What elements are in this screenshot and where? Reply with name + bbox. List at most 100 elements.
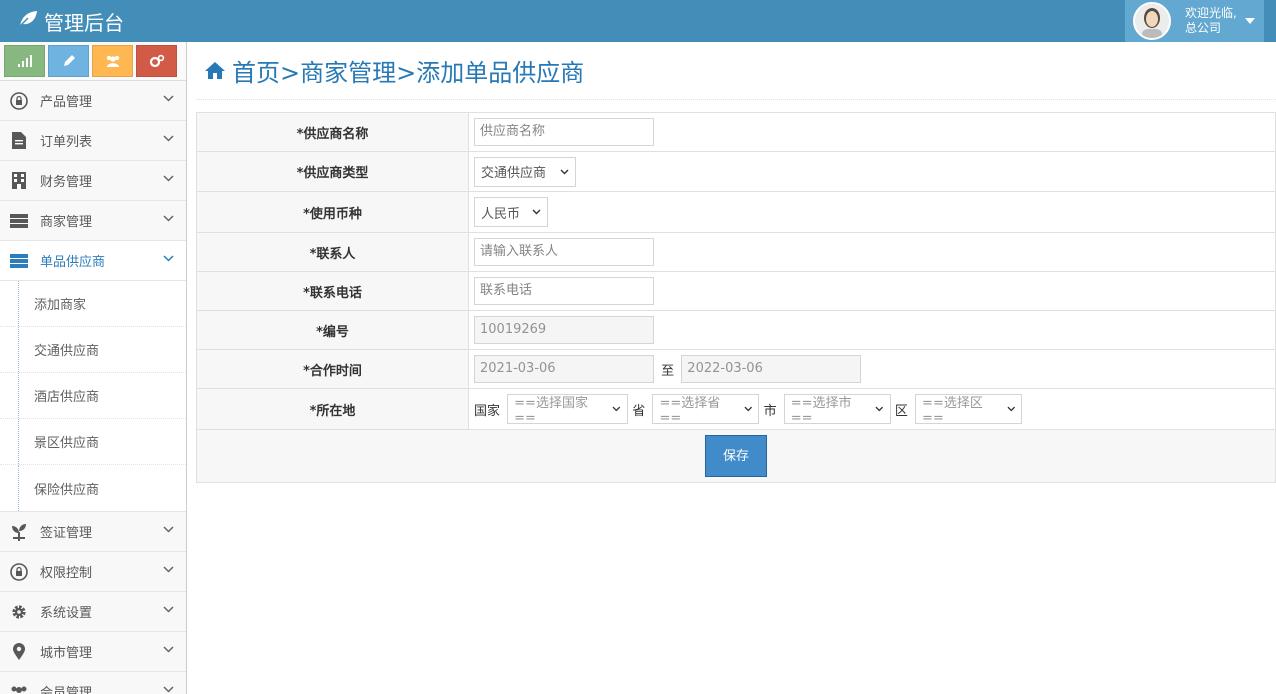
submenu-item-label: 保险供应商 — [34, 482, 100, 498]
field-label: *编号 — [196, 310, 469, 350]
breadcrumb: 首页>商家管理>添加单品供应商 — [232, 59, 585, 87]
gear-icon — [9, 602, 29, 622]
country-label: 国家 — [474, 403, 501, 419]
lock-icon — [9, 91, 29, 111]
sidebar-item-settings[interactable]: 系统设置 — [0, 592, 186, 632]
shortcut-users-button[interactable] — [92, 45, 133, 77]
sidebar: 产品管理 订单列表 财务管理 商家管理 单品供应商 添加商家 交通供应商 酒店供… — [0, 42, 187, 694]
province-select[interactable]: ==选择省== — [652, 394, 760, 426]
submenu-item-insurance[interactable]: 保险供应商 — [0, 465, 186, 511]
shortcut-bar — [0, 42, 186, 81]
select-value: ==选择市== — [790, 396, 852, 426]
field-label: *供应商名称 — [196, 112, 469, 152]
district-select[interactable]: ==选择区== — [915, 394, 1023, 426]
field-label: *使用币种 — [196, 191, 469, 233]
supplier-form: *供应商名称 供应商名称 *供应商类型 交通供应商 *使用币种 人民币 *联系人… — [196, 112, 1276, 483]
sidebar-item-merchants[interactable]: 商家管理 — [0, 201, 186, 241]
select-value: ==选择省== — [659, 396, 721, 426]
chevron-down-icon — [163, 215, 174, 222]
sidebar-item-permissions[interactable]: 权限控制 — [0, 552, 186, 592]
page-header: 首页>商家管理>添加单品供应商 — [196, 42, 1276, 100]
submenu-item-transport[interactable]: 交通供应商 — [0, 327, 186, 373]
sidebar-item-label: 签证管理 — [40, 526, 93, 541]
sidebar-item-label: 系统设置 — [40, 606, 93, 621]
chevron-down-icon — [163, 175, 174, 182]
end-date-input[interactable]: 2022-03-06 — [681, 355, 862, 383]
sidebar-item-visa[interactable]: 签证管理 — [0, 512, 186, 552]
cogs-icon — [149, 54, 164, 68]
chevron-down-icon — [875, 406, 884, 412]
sidebar-item-members[interactable]: 会员管理 — [0, 672, 186, 694]
start-date-input[interactable]: 2021-03-06 — [474, 355, 654, 383]
submenu-item-scenic[interactable]: 景区供应商 — [0, 419, 186, 465]
sidebar-item-label: 会员管理 — [40, 686, 93, 694]
server-icon — [9, 251, 29, 271]
field-label: *合作时间 — [196, 349, 469, 389]
submenu-item-label: 交通供应商 — [34, 344, 100, 359]
sidebar-item-label: 单品供应商 — [40, 255, 106, 270]
sidebar-item-label: 城市管理 — [40, 646, 93, 661]
shortcut-pencil-button[interactable] — [48, 45, 89, 77]
chevron-down-icon — [163, 686, 174, 693]
user-menu[interactable]: 欢迎光临, 总公司 — [1125, 0, 1264, 42]
chevron-down-icon — [163, 646, 174, 653]
submenu-item-label: 添加商家 — [34, 298, 87, 313]
pencil-icon — [63, 55, 75, 66]
sidebar-item-label: 订单列表 — [40, 135, 93, 150]
date-separator: 至 — [661, 363, 675, 379]
file-icon — [9, 131, 29, 151]
map-marker-icon — [9, 642, 29, 662]
user-company: 总公司 — [1185, 21, 1222, 35]
select-value: ==选择国家== — [514, 396, 588, 426]
user-info: 欢迎光临, 总公司 — [1185, 6, 1237, 36]
sidebar-item-products[interactable]: 产品管理 — [0, 81, 186, 121]
welcome-text: 欢迎光临, — [1185, 6, 1237, 20]
field-label: *联系电话 — [196, 271, 469, 311]
city-select[interactable]: ==选择市== — [783, 394, 891, 426]
field-label: *供应商类型 — [196, 151, 469, 192]
chevron-down-icon — [532, 209, 541, 215]
sidebar-item-orders[interactable]: 订单列表 — [0, 121, 186, 161]
users-icon — [9, 682, 29, 694]
sidebar-item-finance[interactable]: 财务管理 — [0, 161, 186, 201]
chevron-down-icon — [163, 135, 174, 142]
sidebar-item-label: 权限控制 — [40, 566, 93, 581]
top-navbar: 管理后台 欢迎光临, 总公司 — [0, 0, 1276, 42]
avatar — [1133, 2, 1171, 40]
save-button[interactable]: 保存 — [705, 435, 767, 477]
server-icon — [9, 211, 29, 231]
currency-select[interactable]: 人民币 — [474, 197, 548, 227]
shortcut-signal-button[interactable] — [4, 45, 45, 77]
supplier-name-input[interactable]: 供应商名称 — [474, 118, 654, 146]
select-value: 人民币 — [481, 206, 521, 222]
submenu-item-label: 景区供应商 — [34, 436, 100, 451]
leaf-icon — [18, 9, 44, 33]
home-icon — [205, 62, 225, 79]
sidebar-item-label: 商家管理 — [40, 215, 93, 230]
submenu: 添加商家 交通供应商 酒店供应商 景区供应商 保险供应商 — [0, 281, 186, 512]
submenu-item-add-merchant[interactable]: 添加商家 — [0, 281, 186, 327]
sidebar-item-label: 财务管理 — [40, 175, 93, 190]
supplier-type-select[interactable]: 交通供应商 — [474, 156, 576, 187]
submenu-item-hotel[interactable]: 酒店供应商 — [0, 373, 186, 419]
sidebar-item-cities[interactable]: 城市管理 — [0, 632, 186, 672]
code-input[interactable]: 10019269 — [474, 316, 654, 344]
chevron-down-icon — [1006, 406, 1015, 412]
chevron-down-icon — [560, 169, 569, 174]
chevron-down-icon — [163, 566, 174, 573]
sidebar-item-label: 产品管理 — [40, 95, 93, 110]
chevron-down-icon — [163, 526, 174, 533]
brand[interactable]: 管理后台 — [18, 6, 124, 36]
sidebar-item-single-supplier[interactable]: 单品供应商 — [0, 241, 186, 281]
select-value: 交通供应商 — [481, 166, 547, 181]
phone-input[interactable]: 联系电话 — [474, 277, 654, 305]
building-icon — [9, 171, 29, 191]
field-label: *所在地 — [196, 388, 469, 430]
submenu-item-label: 酒店供应商 — [34, 390, 100, 405]
contact-input[interactable]: 请输入联系人 — [474, 238, 654, 266]
leaf-icon — [9, 522, 29, 542]
signal-icon — [17, 55, 32, 67]
chevron-down-icon — [163, 95, 174, 102]
country-select[interactable]: ==选择国家== — [507, 394, 629, 426]
shortcut-cogs-button[interactable] — [136, 45, 177, 77]
